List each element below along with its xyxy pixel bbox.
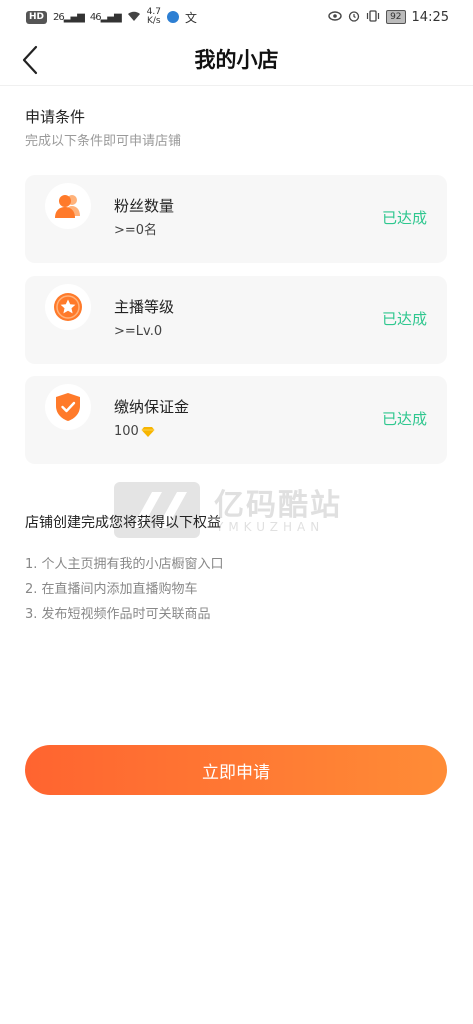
benefits-title: 店铺创建完成您将获得以下权益	[25, 515, 221, 531]
net-speed: 4.7 K/s	[147, 8, 161, 26]
condition-status: 已达成	[381, 310, 427, 328]
conditions-subtitle: 完成以下条件即可申请店铺	[25, 134, 182, 149]
alarm-icon	[348, 10, 360, 25]
vibrate-icon	[366, 9, 380, 25]
condition-card-level: 主播等级 >=Lv.0 已达成	[25, 276, 447, 364]
condition-card-fans: 粉丝数量 >=0名 已达成	[25, 175, 447, 263]
translate-icon: 文	[184, 10, 197, 25]
signal-2-label: 46	[89, 11, 102, 23]
benefit-item: 1. 个人主页拥有我的小店橱窗入口	[25, 557, 224, 572]
benefits-list: 1. 个人主页拥有我的小店橱窗入口 2. 在直播间内添加直播购物车 3. 发布短…	[25, 552, 224, 627]
status-bar: HD 26▂▄▆ 46▂▄▆ 4.7 K/s 文 92 14:25	[0, 0, 473, 34]
condition-status: 已达成	[381, 410, 427, 428]
back-button[interactable]	[12, 42, 48, 78]
conditions-header: 申请条件 完成以下条件即可申请店铺	[25, 106, 181, 154]
fans-icon	[45, 183, 91, 229]
page-title: 我的小店	[194, 48, 279, 72]
watermark-subtext: YMKUZHAN	[216, 520, 325, 534]
condition-requirement: >=Lv.0	[114, 322, 162, 342]
star-badge-icon	[45, 284, 91, 330]
condition-requirement-text: >=0名	[114, 223, 158, 238]
shield-check-icon	[45, 384, 91, 430]
hd-badge: HD	[26, 10, 48, 24]
apply-button[interactable]: 立即申请	[25, 745, 447, 795]
watermark-text: 亿码酷站	[214, 488, 342, 523]
condition-status: 已达成	[381, 209, 427, 227]
app-notification-icon	[166, 11, 179, 23]
benefit-item: 2. 在直播间内添加直播购物车	[25, 582, 198, 597]
net-speed-unit: K/s	[146, 16, 161, 26]
wifi-icon	[127, 10, 141, 25]
title-bar: 我的小店	[0, 34, 473, 86]
eye-icon	[328, 10, 342, 24]
battery-icon: 92	[386, 10, 406, 24]
condition-requirement-text: >=Lv.0	[114, 324, 163, 339]
condition-card-deposit: 缴纳保证金 100 已达成	[25, 376, 447, 464]
condition-requirement-text: 100	[114, 424, 139, 439]
status-right: 92 14:25	[328, 10, 449, 25]
condition-requirement: 100	[114, 422, 155, 442]
signal-2-icon: 46▂▄▆	[89, 11, 122, 23]
condition-name: 粉丝数量	[114, 197, 175, 215]
condition-requirement: >=0名	[114, 221, 157, 241]
condition-name: 主播等级	[114, 298, 175, 316]
condition-name: 缴纳保证金	[114, 398, 190, 416]
benefit-item: 3. 发布短视频作品时可关联商品	[25, 607, 211, 622]
diamond-icon	[141, 427, 155, 437]
signal-1-icon: 26▂▄▆	[53, 11, 85, 23]
signal-1-label: 26	[53, 11, 65, 23]
status-left: HD 26▂▄▆ 46▂▄▆ 4.7 K/s 文	[26, 8, 197, 26]
clock: 14:25	[411, 9, 449, 25]
conditions-title: 申请条件	[25, 108, 86, 126]
chevron-left-icon	[22, 45, 38, 75]
